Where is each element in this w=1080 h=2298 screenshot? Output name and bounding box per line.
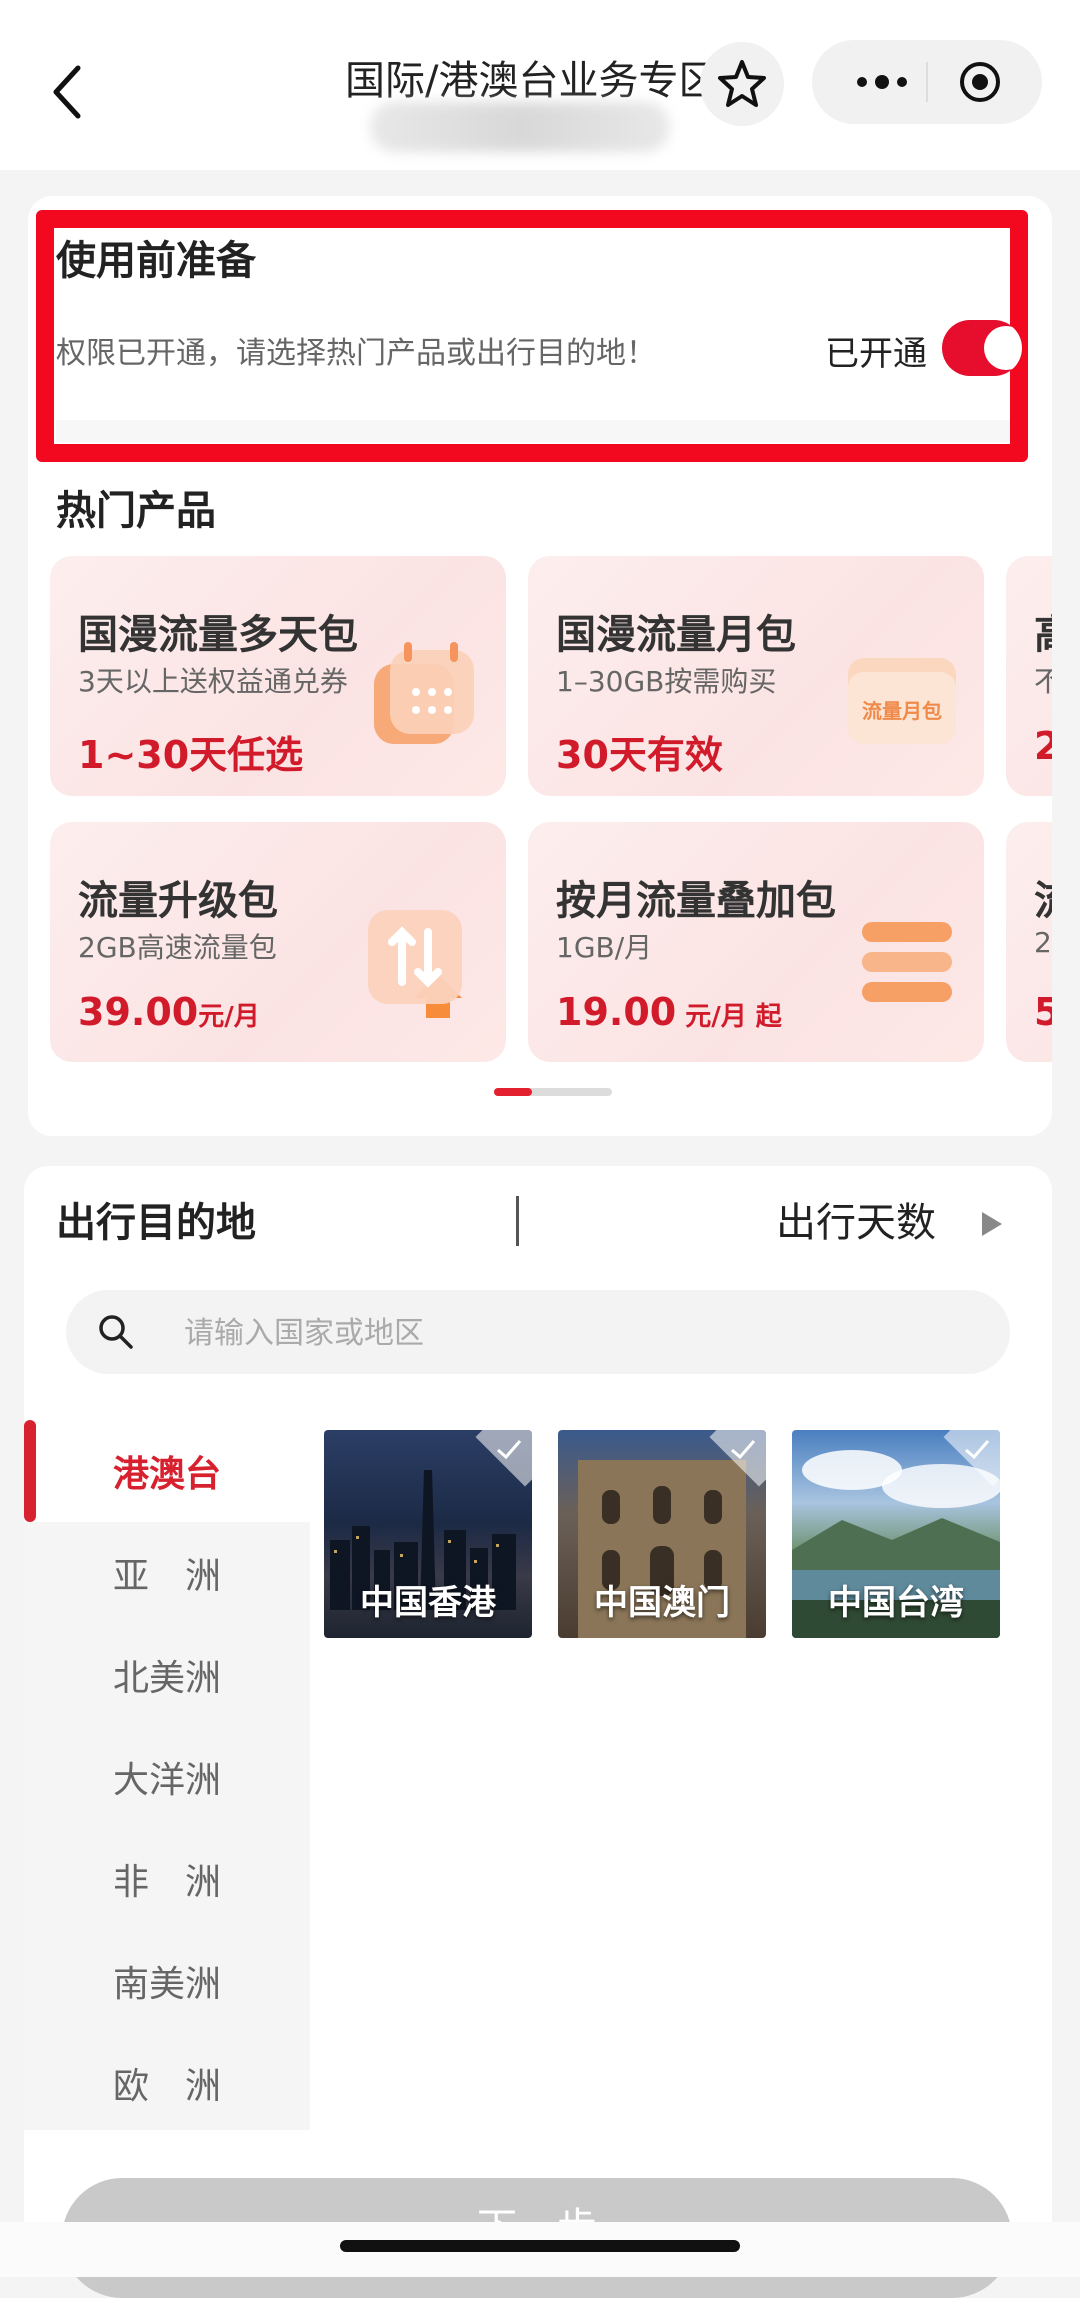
product-card[interactable]: 流量升级包 2GB高速流量包 39.00元/月 bbox=[50, 822, 506, 1062]
search-input[interactable] bbox=[182, 1302, 986, 1364]
stack-icon bbox=[862, 922, 952, 1002]
price-unit: 元/月 bbox=[198, 1002, 260, 1032]
toggle-knob bbox=[984, 326, 1022, 370]
product-title: 国漫流量多天包 bbox=[78, 612, 358, 658]
product-price: 39.00元/月 bbox=[78, 990, 260, 1034]
continent-item-asia[interactable]: 亚 洲 bbox=[24, 1522, 310, 1624]
product-title: 国漫流量月包 bbox=[556, 612, 796, 658]
search-icon bbox=[99, 1315, 133, 1349]
product-price: 2 bbox=[1034, 724, 1052, 768]
price-value: 39.00 bbox=[78, 990, 199, 1034]
status-label: 已开通 bbox=[825, 334, 927, 374]
tab-divider bbox=[516, 1196, 519, 1246]
carousel-indicator-active bbox=[494, 1088, 532, 1096]
back-icon[interactable] bbox=[48, 62, 88, 122]
check-icon bbox=[497, 1440, 522, 1460]
product-card-partial[interactable]: 流 2 5 bbox=[1006, 822, 1052, 1062]
upgrade-icon bbox=[368, 910, 462, 1018]
search-bar[interactable] bbox=[66, 1290, 1010, 1374]
permission-toggle[interactable] bbox=[942, 320, 1022, 376]
page-title: 国际/港澳台业务专区 bbox=[345, 58, 719, 104]
tab-travel-days[interactable]: 出行天数 bbox=[776, 1190, 936, 1248]
region-card-macau[interactable]: 中国澳门 bbox=[558, 1430, 766, 1638]
mini-program-capsule bbox=[812, 40, 1042, 124]
star-icon bbox=[718, 60, 766, 107]
product-card-partial[interactable]: 高 不 2 bbox=[1006, 556, 1052, 796]
product-card[interactable]: 国漫流量多天包 3天以上送权益通兑券 1~30天任选 bbox=[50, 556, 506, 796]
region-name: 中国香港 bbox=[360, 1583, 496, 1623]
product-title: 按月流量叠加包 bbox=[556, 878, 836, 924]
continent-item-hkmotw[interactable]: 港澳台 bbox=[24, 1420, 310, 1522]
price-value: 19.00 bbox=[556, 990, 677, 1034]
tab-destination[interactable]: 出行目的地 bbox=[56, 1190, 256, 1248]
product-badge: 流量月包 bbox=[862, 699, 942, 723]
product-title: 流量升级包 bbox=[78, 878, 278, 924]
more-icon[interactable] bbox=[852, 66, 912, 98]
region-card-hongkong[interactable]: 中国香港 bbox=[324, 1430, 532, 1638]
continent-item-oceania[interactable]: 大洋洲 bbox=[24, 1726, 310, 1828]
product-price: 19.00 元/月 起 bbox=[556, 990, 782, 1034]
continent-item-north-america[interactable]: 北美洲 bbox=[24, 1624, 310, 1726]
product-title: 高 bbox=[1034, 602, 1052, 660]
product-subtitle: 2GB高速流量包 bbox=[78, 931, 277, 964]
region-name: 中国台湾 bbox=[828, 1583, 964, 1623]
region-card-taiwan[interactable]: 中国台湾 bbox=[792, 1430, 1000, 1638]
product-title: 流 bbox=[1034, 868, 1052, 926]
folder-icon: 流量月包 bbox=[848, 658, 956, 744]
product-subtitle: 不 bbox=[1034, 665, 1052, 698]
product-subtitle: 1–30GB按需购买 bbox=[556, 665, 777, 698]
prep-title: 使用前准备 bbox=[56, 238, 256, 284]
check-icon bbox=[731, 1440, 756, 1460]
continent-item-south-america[interactable]: 南美洲 bbox=[24, 1930, 310, 2032]
blurred-subtitle bbox=[370, 102, 670, 152]
check-icon bbox=[965, 1440, 990, 1460]
product-price: 1~30天任选 bbox=[78, 733, 304, 777]
favorite-button[interactable] bbox=[700, 42, 784, 126]
price-unit: 元/月 起 bbox=[676, 1002, 782, 1032]
hot-products-carousel[interactable]: 国漫流量多天包 3天以上送权益通兑券 1~30天任选 国漫流量月包 1–30GB… bbox=[50, 556, 1052, 1066]
nav-header: 国际/港澳台业务专区 bbox=[0, 0, 1080, 170]
region-name: 中国澳门 bbox=[594, 1583, 730, 1623]
continent-item-europe[interactable]: 欧 洲 bbox=[24, 2032, 310, 2134]
play-arrow-icon[interactable] bbox=[982, 1212, 1002, 1236]
home-indicator bbox=[340, 2240, 740, 2252]
calendar-icon bbox=[374, 642, 474, 744]
product-card[interactable]: 国漫流量月包 1–30GB按需购买 30天有效 流量月包 bbox=[528, 556, 984, 796]
product-card[interactable]: 按月流量叠加包 1GB/月 19.00 元/月 起 bbox=[528, 822, 984, 1062]
carousel-indicator bbox=[494, 1088, 612, 1096]
product-subtitle: 2 bbox=[1034, 926, 1052, 959]
product-subtitle: 3天以上送权益通兑券 bbox=[78, 665, 348, 698]
hot-products-title: 热门产品 bbox=[56, 488, 216, 534]
prep-description: 权限已开通，请选择热门产品或出行目的地！ bbox=[56, 336, 656, 371]
product-price: 30天有效 bbox=[556, 733, 723, 777]
continent-item-africa[interactable]: 非 洲 bbox=[24, 1828, 310, 1930]
product-subtitle: 1GB/月 bbox=[556, 931, 653, 964]
capsule-divider bbox=[926, 62, 928, 102]
product-price: 5 bbox=[1034, 990, 1052, 1034]
close-target-icon[interactable] bbox=[958, 60, 1002, 104]
